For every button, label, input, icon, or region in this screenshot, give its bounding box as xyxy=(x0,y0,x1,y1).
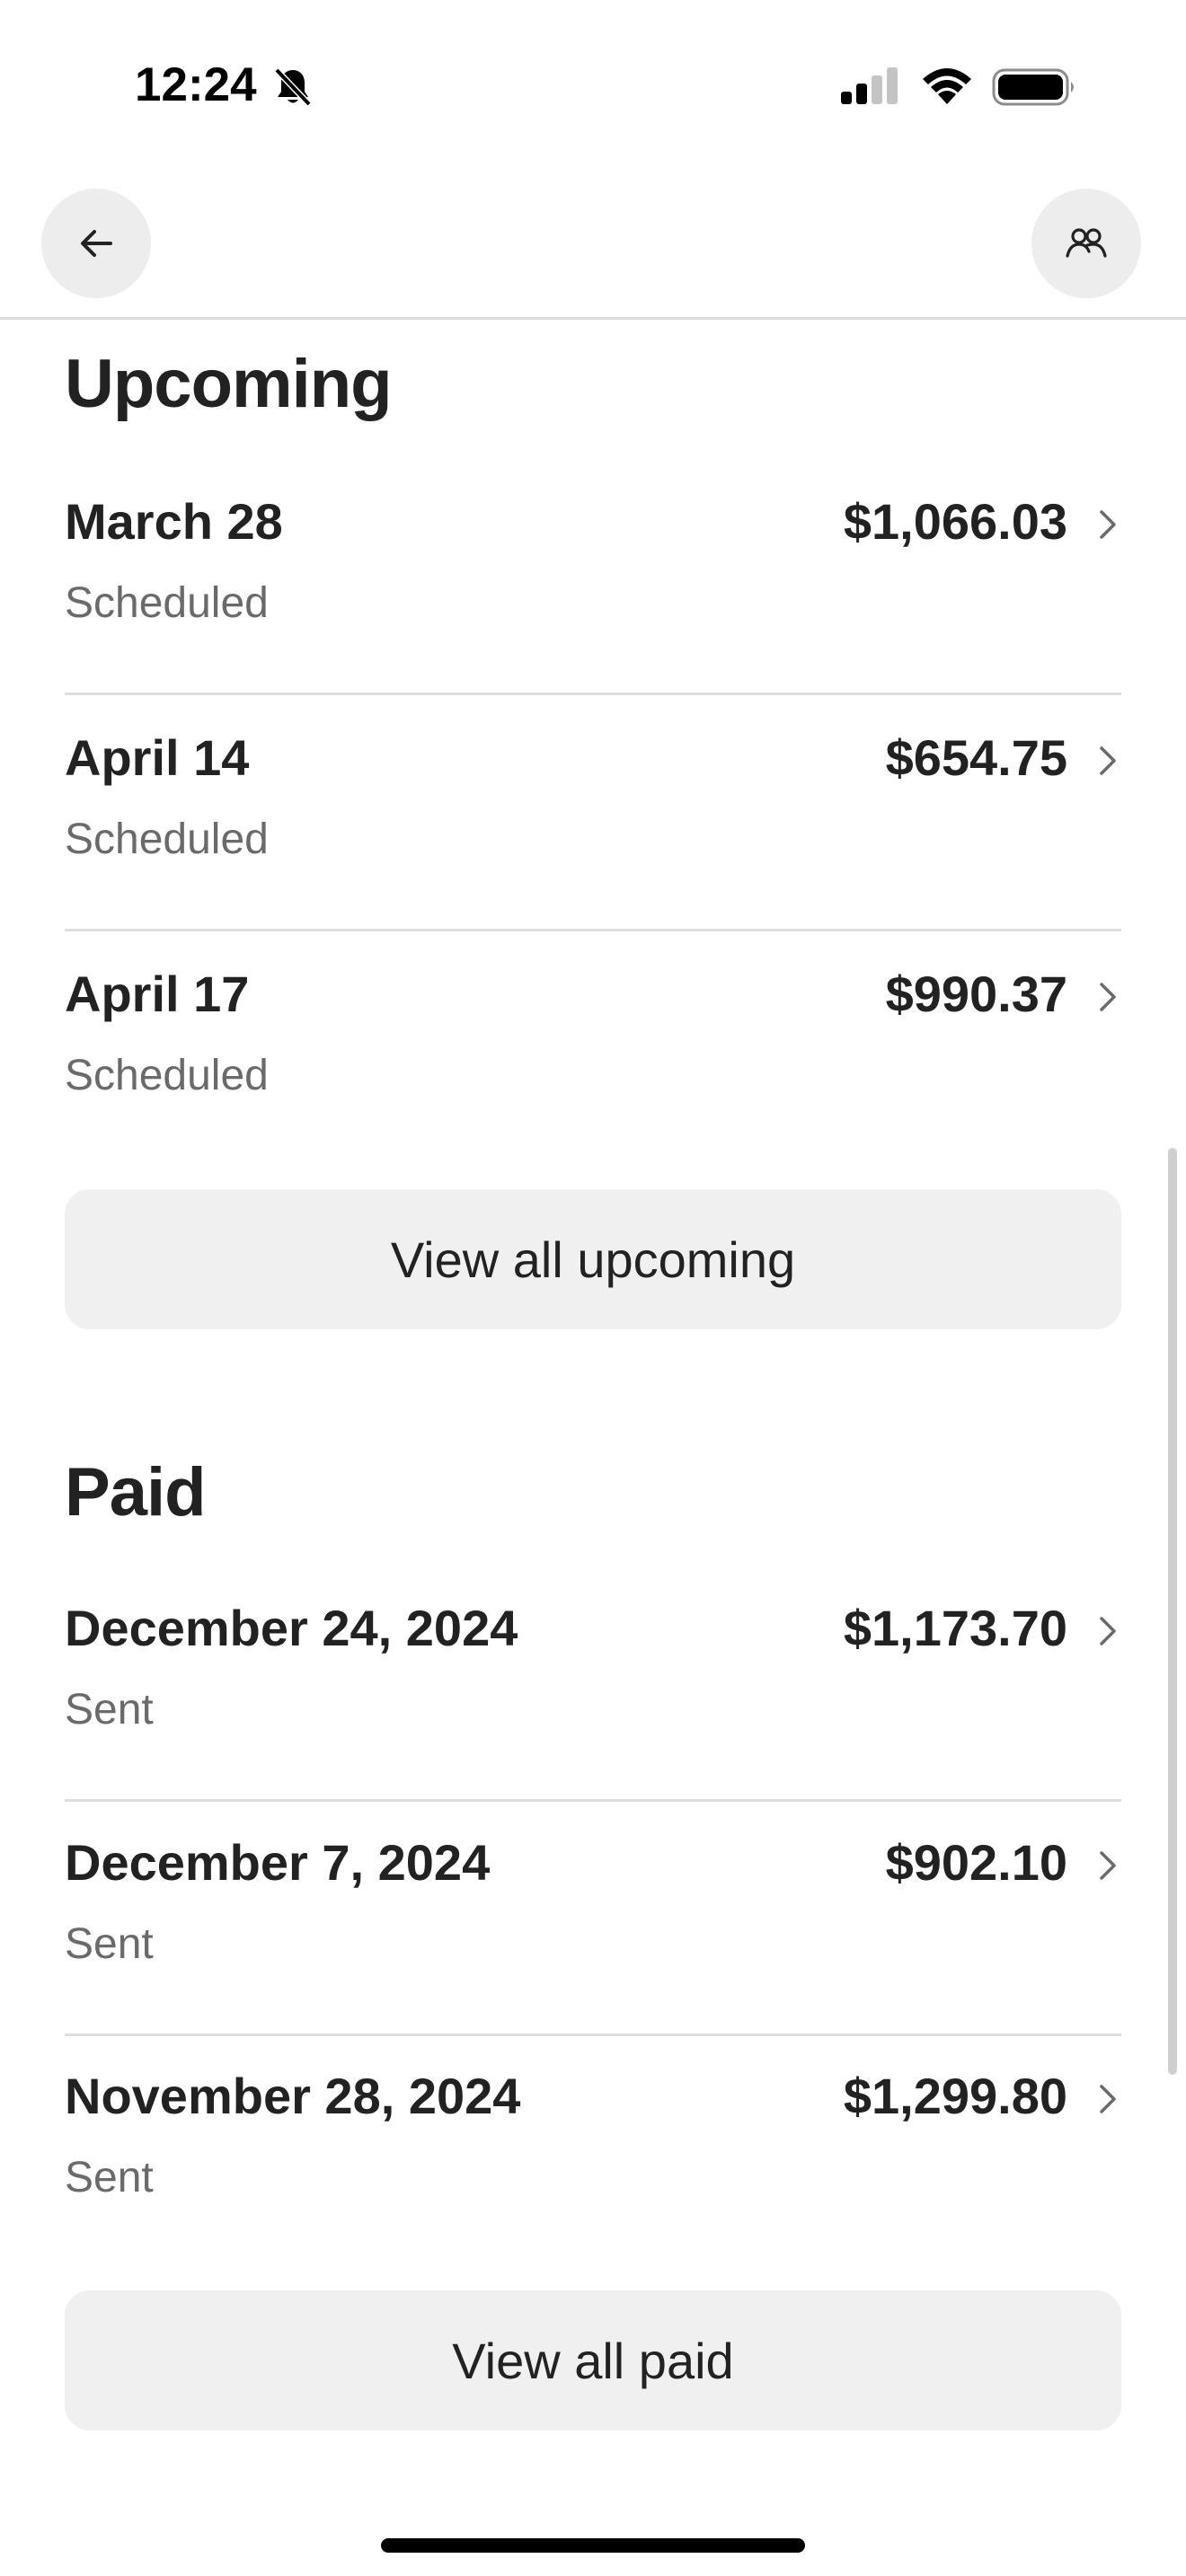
bell-slash-icon xyxy=(274,67,312,107)
payout-amount: $990.37 xyxy=(885,966,1067,1022)
payout-date: December 24, 2024 xyxy=(65,1600,518,1656)
chevron-right-icon xyxy=(1100,510,1116,539)
payout-amount: $902.10 xyxy=(885,1834,1067,1891)
payout-status: Sent xyxy=(65,1920,154,1968)
payout-amount: $654.75 xyxy=(885,729,1067,786)
payout-date: April 14 xyxy=(65,729,250,786)
payout-date: April 17 xyxy=(65,966,250,1022)
people-icon xyxy=(1066,228,1107,258)
chevron-right-icon xyxy=(1100,1617,1116,1645)
payout-amount: $1,299.80 xyxy=(843,2068,1067,2124)
payout-row[interactable]: December 7, 2024 Sent $902.10 xyxy=(65,1801,1121,2036)
status-bar: 12:24 xyxy=(0,0,1186,171)
payout-status: Scheduled xyxy=(65,1052,269,1099)
chevron-right-icon xyxy=(1100,1851,1116,1880)
scrollbar[interactable] xyxy=(1168,1148,1177,2075)
view-all-paid-button[interactable]: View all paid xyxy=(65,2290,1121,2430)
payout-status: Scheduled xyxy=(65,816,269,863)
payout-amount: $1,173.70 xyxy=(843,1600,1067,1656)
payout-date: March 28 xyxy=(65,493,283,550)
view-all-upcoming-button[interactable]: View all upcoming xyxy=(65,1189,1121,1329)
home-indicator[interactable] xyxy=(381,2538,805,2553)
chevron-right-icon xyxy=(1100,2085,1116,2113)
payout-status: Sent xyxy=(65,2154,154,2201)
payout-row[interactable]: November 28, 2024 Sent $1,299.80 xyxy=(65,2034,1121,2270)
battery-icon xyxy=(992,68,1074,106)
navigation-bar xyxy=(0,171,1186,320)
payout-date: December 7, 2024 xyxy=(65,1834,491,1891)
back-button[interactable] xyxy=(41,189,151,298)
payouts-screen: 12:24 Upcoming March 28 Scheduled $1,066… xyxy=(0,0,1186,2576)
payout-status: Sent xyxy=(65,1686,154,1734)
payout-amount: $1,066.03 xyxy=(843,493,1067,550)
cellular-signal-icon xyxy=(841,67,898,104)
wifi-icon xyxy=(923,68,971,104)
payout-date: November 28, 2024 xyxy=(65,2068,521,2124)
status-time: 12:24 xyxy=(135,58,257,111)
arrow-left-icon xyxy=(81,230,112,257)
payout-status: Scheduled xyxy=(65,579,269,627)
chevron-right-icon xyxy=(1100,983,1116,1011)
co-hosts-button[interactable] xyxy=(1031,189,1141,298)
payout-row[interactable]: April 17 Scheduled $990.37 xyxy=(65,932,1121,1168)
paid-section-title: Paid xyxy=(65,1454,206,1531)
chevron-right-icon xyxy=(1100,746,1116,775)
payout-row[interactable]: December 24, 2024 Sent $1,173.70 xyxy=(65,1566,1121,1802)
payout-row[interactable]: March 28 Scheduled $1,066.03 xyxy=(65,460,1121,695)
upcoming-section-title: Upcoming xyxy=(65,346,393,422)
payout-row[interactable]: April 14 Scheduled $654.75 xyxy=(65,696,1121,931)
